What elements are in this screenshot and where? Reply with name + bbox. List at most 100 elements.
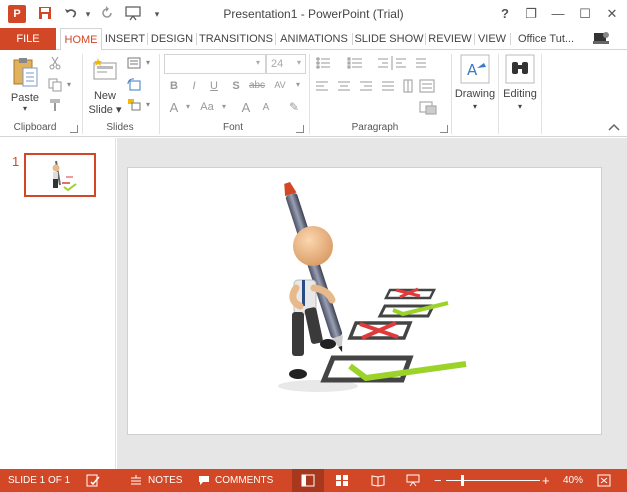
- zoom-in-button[interactable]: +: [542, 469, 550, 492]
- tab-slide-show[interactable]: SLIDE SHOW: [353, 28, 425, 50]
- tab-home[interactable]: HOME: [60, 28, 102, 51]
- slide-sorter-icon[interactable]: [335, 474, 349, 487]
- normal-view-icon: [301, 474, 315, 487]
- chevron-down-icon[interactable]: ▾: [256, 58, 260, 67]
- editing-label: Editing: [503, 88, 537, 100]
- bold-button[interactable]: B: [166, 80, 182, 92]
- layout-icon: [127, 57, 141, 69]
- slide-thumbnail-image: [52, 160, 77, 192]
- tab-file[interactable]: FILE: [0, 28, 56, 50]
- chevron-down-icon: ▾: [472, 102, 477, 111]
- slide-counter: SLIDE 1 OF 1: [8, 475, 71, 486]
- paste-button[interactable]: Paste ▾: [8, 54, 42, 114]
- paragraph-controls[interactable]: [316, 56, 448, 120]
- zoom-level[interactable]: 40%: [563, 469, 583, 492]
- paragraph-group-label: Paragraph: [351, 122, 399, 133]
- drawing-label: Drawing: [454, 88, 496, 100]
- slide-thumbnail-number: 1: [12, 154, 20, 169]
- ribbon-display-options-button[interactable]: ❐: [520, 4, 542, 24]
- shrink-font-button[interactable]: A: [258, 102, 274, 113]
- slide-show-icon[interactable]: [406, 474, 420, 487]
- comments-button[interactable]: COMMENTS: [198, 469, 278, 492]
- section-dropdown[interactable]: ▾: [141, 98, 155, 112]
- character-spacing-button[interactable]: AV: [270, 80, 290, 90]
- normal-view-button[interactable]: [292, 469, 324, 492]
- reset-icon: [127, 78, 141, 91]
- scissors-icon: [49, 56, 61, 70]
- copy-dropdown[interactable]: ▾: [62, 78, 76, 92]
- help-button[interactable]: ?: [494, 4, 516, 24]
- grow-font-button[interactable]: A: [238, 100, 254, 115]
- slide-canvas[interactable]: [127, 167, 602, 435]
- chevron-down-icon[interactable]: ▾: [297, 58, 301, 67]
- tab-divider: [510, 33, 511, 45]
- title-bar: P ▾ ▾ Presentation1 - PowerPoint (Trial)…: [0, 0, 627, 28]
- ribbon: Paste ▾ ▾ Clipboard New Slide ▾ ▾ ▾ Slid…: [0, 50, 627, 137]
- tab-animations[interactable]: ANIMATIONS: [276, 28, 352, 50]
- reading-view-icon[interactable]: [371, 474, 385, 487]
- chevron-down-icon[interactable]: ▾: [216, 102, 232, 111]
- clipboard-launcher-icon[interactable]: [70, 125, 78, 133]
- clear-formatting-button[interactable]: ✎: [286, 100, 302, 114]
- slide-thumbnail[interactable]: [24, 153, 96, 197]
- zoom-slider-thumb[interactable]: [461, 475, 464, 486]
- underline-button[interactable]: U: [206, 80, 222, 92]
- comments-label: COMMENTS: [215, 475, 274, 486]
- chevron-down-icon[interactable]: ▾: [290, 80, 306, 89]
- tab-view[interactable]: VIEW: [475, 28, 509, 50]
- fit-slide-icon[interactable]: [597, 474, 611, 487]
- zoom-out-button[interactable]: −: [434, 469, 442, 492]
- text-shadow-button[interactable]: S: [228, 80, 244, 92]
- layout-button[interactable]: [127, 56, 141, 70]
- reset-button[interactable]: [127, 78, 141, 92]
- binoculars-icon: [505, 54, 535, 84]
- tab-review[interactable]: REVIEW: [426, 28, 474, 50]
- font-launcher-icon[interactable]: [296, 125, 304, 133]
- slides-group-label: Slides: [106, 122, 134, 133]
- close-button[interactable]: ✕: [601, 4, 623, 24]
- account-avatar-icon[interactable]: [592, 31, 610, 47]
- checklist-figure-image: [278, 181, 467, 392]
- copy-button[interactable]: [48, 78, 62, 92]
- paintbrush-icon: [50, 99, 60, 111]
- font-name-input[interactable]: [164, 54, 266, 74]
- new-slide-label-2: Slide ▾: [88, 104, 122, 116]
- cut-button[interactable]: [48, 56, 62, 70]
- paragraph-launcher-icon[interactable]: [440, 125, 448, 133]
- clipboard-group-label: Clipboard: [13, 122, 57, 133]
- chevron-down-icon: ▾: [22, 104, 27, 113]
- group-divider: [541, 54, 542, 134]
- paste-icon: [13, 58, 38, 87]
- svg-text:A: A: [467, 61, 478, 79]
- maximize-button[interactable]: ☐: [574, 4, 596, 24]
- new-slide-button[interactable]: New Slide ▾: [88, 54, 122, 118]
- chevron-down-icon[interactable]: ▾: [180, 102, 196, 111]
- comment-icon: [199, 476, 209, 485]
- spell-check-icon[interactable]: [86, 474, 100, 487]
- format-painter-button[interactable]: [48, 98, 62, 112]
- account-name[interactable]: Office Tut...: [518, 28, 574, 50]
- italic-button[interactable]: I: [186, 80, 202, 92]
- section-button[interactable]: [127, 98, 141, 112]
- editing-button[interactable]: Editing ▾: [499, 52, 541, 118]
- copy-icon: [48, 78, 62, 92]
- paste-label: Paste: [10, 92, 40, 104]
- ribbon-tabs: FILE HOME INSERT DESIGN TRANSITIONS ANIM…: [0, 28, 627, 51]
- notes-button[interactable]: NOTES: [130, 469, 182, 492]
- shapes-icon: A: [460, 54, 490, 84]
- tab-transitions[interactable]: TRANSITIONS: [197, 28, 275, 50]
- new-slide-label: New: [93, 90, 116, 102]
- tab-design[interactable]: DESIGN: [148, 28, 196, 50]
- new-slide-icon: [93, 58, 117, 80]
- change-case-button[interactable]: Aa: [196, 101, 218, 113]
- tab-insert[interactable]: INSERT: [103, 28, 147, 50]
- strikethrough-button[interactable]: abc: [246, 80, 268, 91]
- layout-dropdown[interactable]: ▾: [141, 56, 155, 70]
- minimize-button[interactable]: —: [547, 4, 569, 24]
- notes-label: NOTES: [148, 475, 183, 486]
- collapse-ribbon-icon[interactable]: [608, 122, 620, 132]
- chevron-down-icon: ▾: [517, 102, 522, 111]
- status-bar: SLIDE 1 OF 1 NOTES COMMENTS − + 40%: [0, 469, 627, 492]
- drawing-button[interactable]: A Drawing ▾: [453, 52, 497, 118]
- section-icon: [128, 99, 141, 111]
